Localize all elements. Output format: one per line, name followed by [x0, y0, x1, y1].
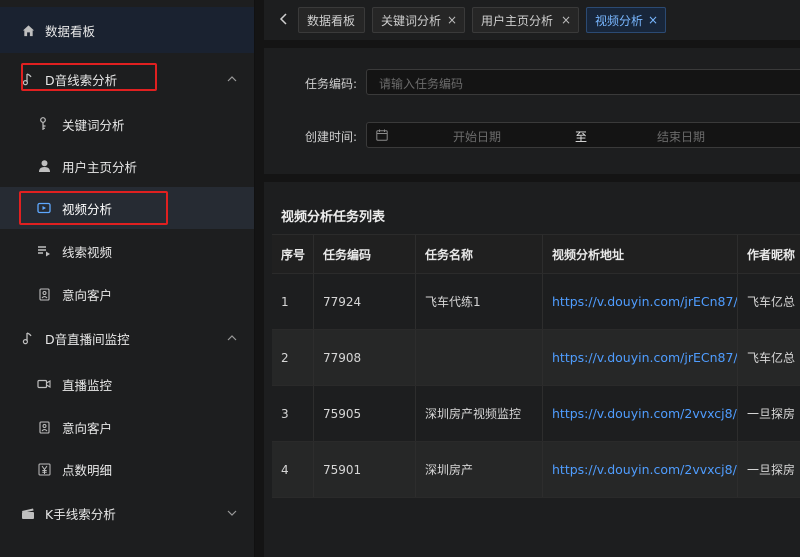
sidebar-group-kuaishou-leads[interactable]: K手线索分析	[0, 490, 254, 536]
sidebar-item-label: 意向客户	[62, 287, 113, 303]
list-play-icon	[37, 244, 51, 258]
sidebar-item-label: 数据看板	[45, 23, 96, 39]
sidebar-item-points-detail[interactable]: 点数明细	[0, 448, 254, 490]
sidebar-item-label: 点数明细	[62, 462, 113, 478]
table-row[interactable]: 2 77908 https://v.douyin.com/jrECn87/ 飞车…	[272, 330, 800, 386]
tab-keyword-analysis[interactable]: 关键词分析 ×	[372, 7, 465, 33]
main-content: 数据看板 关键词分析 × 用户主页分析 × 视频分析 × 任务编码: 请输入任务…	[256, 0, 800, 557]
sidebar-item-label: 用户主页分析	[62, 159, 138, 175]
table-row[interactable]: 3 75905 深圳房产视频监控 https://v.douyin.com/2v…	[272, 386, 800, 442]
key-icon	[37, 117, 51, 131]
tab-bar: 数据看板 关键词分析 × 用户主页分析 × 视频分析 ×	[264, 0, 800, 40]
table-title: 视频分析任务列表	[281, 210, 386, 225]
chevron-down-icon	[227, 510, 237, 516]
contact-card-icon	[37, 287, 51, 301]
music-note-icon	[21, 331, 35, 345]
user-icon	[37, 159, 51, 173]
sidebar-item-label: D音直播间监控	[45, 331, 130, 347]
video-url-link[interactable]: https://v.douyin.com/jrECn87/	[543, 274, 738, 329]
sidebar-item-label: K手线索分析	[45, 506, 116, 522]
table-row[interactable]: 1 77924 飞车代练1 https://v.douyin.com/jrECn…	[272, 274, 800, 330]
cell-task-code: 75901	[314, 442, 416, 497]
contact-card-icon	[37, 420, 51, 434]
cell-task-code: 77924	[314, 274, 416, 329]
cell-task-code: 75905	[314, 386, 416, 441]
column-header-index: 序号	[272, 235, 314, 273]
cell-task-name	[416, 330, 543, 385]
close-icon[interactable]: ×	[561, 14, 571, 26]
table-row[interactable]: 4 75901 深圳房产 https://v.douyin.com/2vvxcj…	[272, 442, 800, 498]
sidebar-item-label: 直播监控	[62, 377, 113, 393]
sidebar-item-live-intent-customers[interactable]: 意向客户	[0, 406, 254, 448]
sidebar-item-label: 线索视频	[62, 244, 113, 260]
cell-task-name: 深圳房产	[416, 442, 543, 497]
task-table-card: 视频分析任务列表 序号 任务编码 任务名称 视频分析地址 作者昵称 1 7792…	[264, 182, 800, 557]
sidebar-item-lead-videos[interactable]: 线索视频	[0, 230, 254, 272]
cell-index: 2	[272, 330, 314, 385]
cell-author: 飞车亿总	[747, 351, 796, 365]
tab-label: 用户主页分析	[481, 13, 554, 28]
cell-task-name: 飞车代练1	[416, 274, 543, 329]
table-header-row: 序号 任务编码 任务名称 视频分析地址 作者昵称	[272, 234, 800, 274]
clapperboard-icon	[21, 506, 35, 520]
camera-icon	[37, 377, 51, 391]
chevron-up-icon	[227, 335, 237, 341]
sidebar-item-keyword-analysis[interactable]: 关键词分析	[0, 103, 254, 145]
highlight-box	[19, 191, 168, 225]
cell-index: 3	[272, 386, 314, 441]
tab-video-analysis[interactable]: 视频分析 ×	[586, 7, 666, 33]
close-icon[interactable]: ×	[447, 14, 457, 26]
tab-label: 视频分析	[595, 13, 644, 28]
home-icon	[21, 23, 35, 37]
tab-label: 数据看板	[307, 13, 356, 28]
video-url-link[interactable]: https://v.douyin.com/2vvxcj8/	[543, 386, 738, 441]
column-header-task-name: 任务名称	[416, 235, 543, 273]
yen-icon	[37, 462, 51, 476]
sidebar-item-intent-customers[interactable]: 意向客户	[0, 273, 254, 315]
date-separator: 至	[575, 130, 588, 144]
tab-label: 关键词分析	[381, 13, 442, 28]
close-icon[interactable]: ×	[648, 14, 658, 26]
date-range-picker[interactable]: 开始日期 至 结束日期	[366, 122, 800, 148]
task-code-input[interactable]: 请输入任务编码	[366, 69, 800, 95]
sidebar: 数据看板 D音线索分析 关键词分析 用户主页分析 视频分析 线索视频 意向客户 …	[0, 0, 255, 557]
cell-author: 一旦探房	[747, 407, 796, 421]
filter-panel: 任务编码: 请输入任务编码 创建时间: 开始日期 至 结束日期	[264, 48, 800, 174]
chevron-left-icon[interactable]	[278, 12, 290, 26]
sidebar-group-douyin-live[interactable]: D音直播间监控	[0, 315, 254, 361]
video-url-link[interactable]: https://v.douyin.com/2vvxcj8/	[543, 442, 738, 497]
start-date-placeholder: 开始日期	[453, 130, 502, 144]
tab-dashboard[interactable]: 数据看板	[298, 7, 365, 33]
task-code-label: 任务编码:	[305, 77, 358, 91]
cell-task-name: 深圳房产视频监控	[416, 386, 543, 441]
cell-index: 1	[272, 274, 314, 329]
highlight-box	[21, 63, 157, 91]
cell-index: 4	[272, 442, 314, 497]
sidebar-item-user-profile-analysis[interactable]: 用户主页分析	[0, 145, 254, 187]
sidebar-item-label: 意向客户	[62, 420, 113, 436]
calendar-icon	[376, 129, 388, 141]
task-code-placeholder: 请输入任务编码	[379, 77, 464, 91]
cell-author: 一旦探房	[747, 463, 796, 477]
video-url-link[interactable]: https://v.douyin.com/jrECn87/	[543, 330, 738, 385]
sidebar-item-label: 关键词分析	[62, 117, 125, 133]
cell-task-code: 77908	[314, 330, 416, 385]
end-date-placeholder: 结束日期	[657, 130, 706, 144]
cell-author: 飞车亿总	[747, 295, 796, 309]
column-header-video-url: 视频分析地址	[543, 235, 738, 273]
chevron-up-icon	[227, 76, 237, 82]
column-header-author: 作者昵称	[747, 247, 796, 262]
tab-user-profile-analysis[interactable]: 用户主页分析 ×	[472, 7, 579, 33]
column-header-task-code: 任务编码	[314, 235, 416, 273]
sidebar-item-dashboard[interactable]: 数据看板	[0, 7, 254, 53]
created-time-label: 创建时间:	[305, 130, 358, 144]
sidebar-item-live-monitor[interactable]: 直播监控	[0, 363, 254, 405]
